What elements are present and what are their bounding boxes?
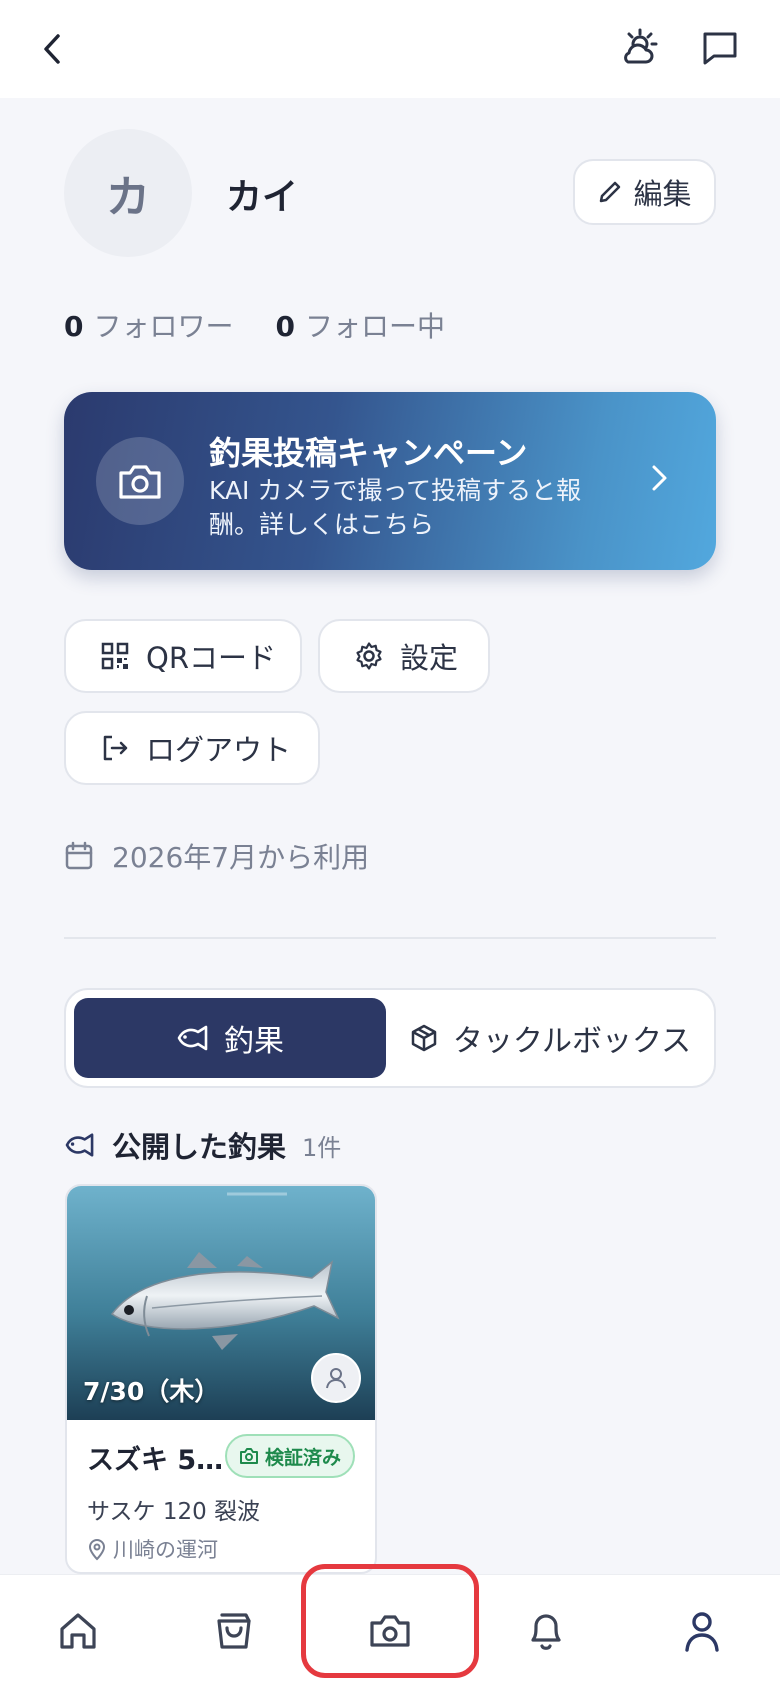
fish-icon xyxy=(177,1025,208,1051)
nav-profile[interactable] xyxy=(672,1601,732,1661)
home-icon xyxy=(60,1613,96,1649)
qr-code-button[interactable]: QRコード xyxy=(64,619,302,693)
followers-count: 0 xyxy=(64,310,84,343)
catch-location-label: 川崎の運河 xyxy=(113,1538,218,1562)
qr-code-label: QRコード xyxy=(146,641,276,675)
map-pin-icon xyxy=(88,1539,106,1561)
messages-button[interactable] xyxy=(694,22,746,74)
edit-profile-button[interactable]: 編集 xyxy=(573,159,716,225)
catch-card[interactable]: 7/30（木） スズキ 5… 検証済み サスケ 120 裂波 川崎の運河 xyxy=(65,1184,377,1574)
section-title: 公開した釣果 xyxy=(112,1130,287,1164)
tab-tacklebox[interactable]: タックルボックス xyxy=(391,998,709,1078)
following-label: フォロー中 xyxy=(304,310,445,343)
tab-tacklebox-label: タックルボックス xyxy=(452,1024,692,1059)
catch-location: 川崎の運河 xyxy=(87,1534,218,1564)
chat-bubble-icon xyxy=(703,32,737,65)
bell-icon xyxy=(531,1614,561,1650)
weather-button[interactable] xyxy=(614,22,666,74)
pencil-icon xyxy=(600,181,621,203)
tab-bar: 釣果 タックルボックス xyxy=(64,988,716,1088)
following-count: 0 xyxy=(275,310,295,343)
back-button[interactable] xyxy=(30,24,74,74)
logout-button[interactable]: ログアウト xyxy=(64,711,320,785)
nav-home[interactable] xyxy=(48,1601,108,1661)
logout-icon xyxy=(103,735,128,761)
section-header: 公開した釣果 1件 xyxy=(64,1124,341,1166)
catch-title: スズキ 5… xyxy=(87,1445,224,1476)
follow-stats: 0 フォロワー 0 フォロー中 xyxy=(64,305,445,345)
user-avatar-icon xyxy=(311,1353,361,1403)
box-icon xyxy=(411,1024,437,1052)
divider xyxy=(64,937,716,939)
verified-label: 検証済み xyxy=(265,1446,342,1469)
camera-icon xyxy=(96,437,184,525)
catch-tackle: サスケ 120 裂波 xyxy=(87,1499,261,1525)
member-since-text: 2026年7月から利用 xyxy=(112,841,370,874)
calendar-icon xyxy=(65,841,93,870)
campaign-title: 釣果投稿キャンペーン xyxy=(209,434,528,472)
settings-label: 設定 xyxy=(400,641,459,675)
qr-code-icon xyxy=(101,642,129,670)
fish-icon xyxy=(65,1133,94,1157)
camera-highlight-box xyxy=(301,1564,479,1678)
catch-date: 7/30（木） xyxy=(83,1377,220,1406)
campaign-description: KAI カメラで撮って投稿すると報酬。詳しくはこちら xyxy=(209,476,582,539)
weather-icon xyxy=(624,28,658,64)
verified-badge: 検証済み xyxy=(225,1434,356,1478)
camera-icon xyxy=(240,1448,258,1464)
tab-catches[interactable]: 釣果 xyxy=(74,998,386,1078)
avatar[interactable]: カ xyxy=(64,129,192,257)
nav-shop[interactable] xyxy=(204,1601,264,1661)
top-bar xyxy=(0,0,780,98)
nav-notifications[interactable] xyxy=(516,1601,576,1661)
edit-label: 編集 xyxy=(633,177,692,211)
settings-button[interactable]: 設定 xyxy=(318,619,490,693)
shopping-bag-icon xyxy=(217,1613,251,1649)
user-icon xyxy=(685,1612,719,1652)
followers-stat[interactable]: 0 フォロワー xyxy=(64,305,234,345)
followers-label: フォロワー xyxy=(93,310,234,343)
following-stat[interactable]: 0 フォロー中 xyxy=(276,305,446,345)
chevron-left-icon xyxy=(44,34,60,64)
campaign-banner[interactable]: 釣果投稿キャンペーン KAI カメラで撮って投稿すると報酬。詳しくはこちら xyxy=(64,392,716,570)
profile-name: カイ xyxy=(226,177,299,218)
gear-icon xyxy=(356,642,382,670)
member-since: 2026年7月から利用 xyxy=(64,836,369,876)
section-count: 1件 xyxy=(302,1133,342,1162)
chevron-right-icon xyxy=(649,462,669,494)
logout-label: ログアウト xyxy=(146,733,292,767)
tab-catches-label: 釣果 xyxy=(224,1024,284,1059)
